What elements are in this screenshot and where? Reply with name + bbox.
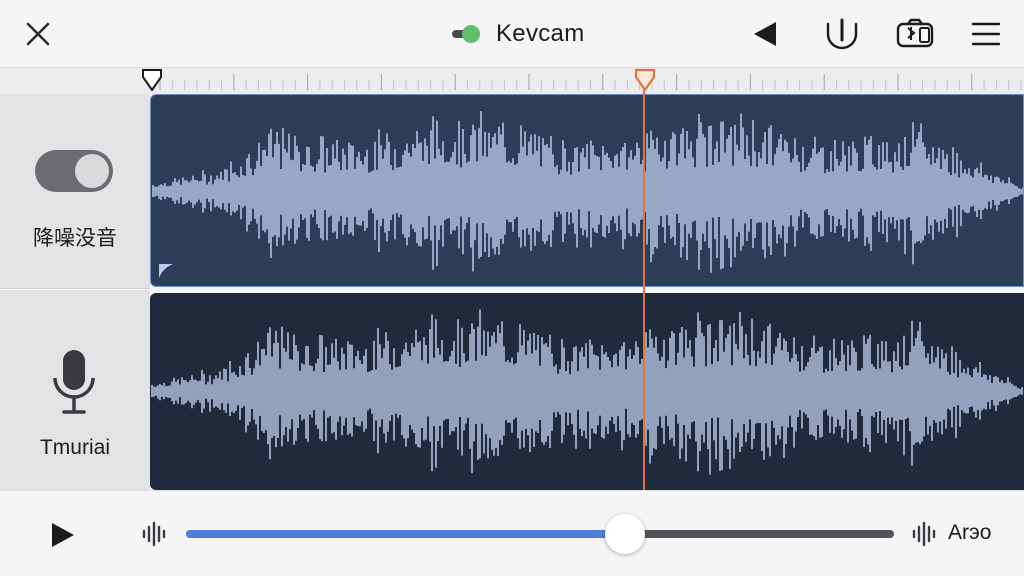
magnet-icon[interactable]	[824, 16, 860, 52]
end-time-label: Arэo	[948, 521, 992, 544]
track-header-microphone: Tmuriai	[0, 290, 150, 490]
waveform	[151, 309, 1023, 475]
project-title: Kevcam	[496, 20, 585, 47]
noise-reduction-toggle[interactable]	[35, 150, 113, 192]
playhead-handle[interactable]	[633, 67, 657, 93]
audio-track-2[interactable]	[150, 293, 1024, 490]
play-icon[interactable]	[46, 519, 78, 551]
playhead-line[interactable]	[643, 82, 645, 490]
waveform-icon	[140, 519, 170, 549]
clip-corner-handle[interactable]	[159, 264, 173, 278]
playback-scrubber[interactable]	[186, 514, 894, 554]
audio-track-1[interactable]	[150, 94, 1024, 287]
waveform-icon	[910, 519, 940, 549]
project-title-group: Kevcam	[452, 18, 585, 50]
menu-icon[interactable]	[968, 16, 1004, 52]
track-header-noise-reduction: 降噪没音	[0, 94, 150, 289]
scrubber-progress	[186, 530, 625, 538]
recording-status-indicator	[452, 24, 482, 44]
close-icon[interactable]	[22, 18, 54, 50]
transport-bar: Arэo	[0, 490, 1024, 576]
camera-switch-icon[interactable]	[896, 16, 934, 52]
track-label: 降噪没音	[33, 227, 117, 250]
waveform	[152, 111, 1023, 273]
track-label: Tmuriai	[39, 436, 110, 459]
microphone-icon[interactable]	[50, 348, 98, 420]
back-triangle-icon[interactable]	[748, 16, 784, 52]
toggle-knob	[75, 154, 109, 188]
start-marker-icon[interactable]	[141, 67, 163, 93]
top-toolbar: Kevcam	[0, 0, 1024, 68]
scrubber-thumb[interactable]	[604, 514, 645, 554]
